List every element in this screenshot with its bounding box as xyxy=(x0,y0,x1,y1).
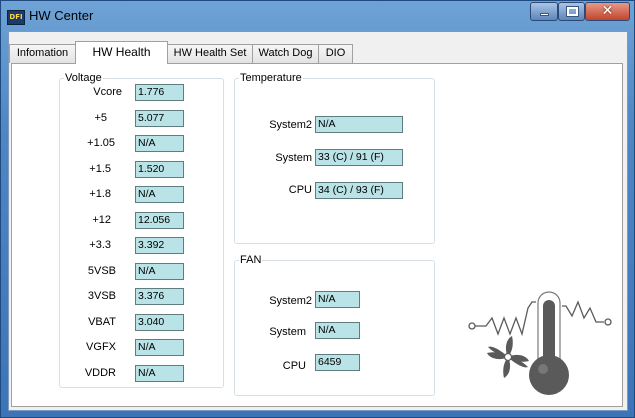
minimize-button[interactable] xyxy=(530,2,558,21)
voltage-label-vddr: VDDR xyxy=(84,367,116,379)
thermometer-highlight-icon xyxy=(538,364,548,374)
tab-hw-health-set[interactable]: HW Health Set xyxy=(167,44,253,63)
temp-label-system2: System2 xyxy=(269,119,312,131)
resistor-zigzag-left-icon xyxy=(475,301,536,337)
wire-terminal-left-icon xyxy=(468,322,476,330)
voltage-field-plus5: 5.077 xyxy=(135,110,184,127)
thermometer-bulb-icon xyxy=(529,355,569,395)
fan-icon xyxy=(487,336,529,378)
voltage-label-vbat: VBAT xyxy=(88,316,116,328)
temp-field-system2: N/A xyxy=(315,116,403,133)
voltage-field-vgfx: N/A xyxy=(135,339,184,356)
voltage-field-plus3-3: 3.392 xyxy=(135,237,184,254)
voltage-field-plus1-5: 1.520 xyxy=(135,161,184,178)
fan-field-cpu: 6459 xyxy=(315,354,360,371)
temp-label-cpu: CPU xyxy=(288,184,312,196)
fan-field-system2: N/A xyxy=(315,291,360,308)
voltage-legend: Voltage xyxy=(65,72,102,84)
voltage-label-vgfx: VGFX xyxy=(86,341,116,353)
voltage-field-3vsb: 3.376 xyxy=(135,288,184,305)
tab-infomation[interactable]: Infomation xyxy=(9,44,76,63)
app-logo-icon: DFI xyxy=(7,10,25,25)
fan-label-system: System xyxy=(269,326,306,338)
wire-terminal-right-icon xyxy=(604,318,612,326)
temp-field-system: 33 (C) / 91 (F) xyxy=(315,149,403,166)
close-button[interactable]: ✕ xyxy=(585,2,630,21)
fan-label-cpu: CPU xyxy=(282,360,306,372)
voltage-label-plus3-3: +3.3 xyxy=(89,239,111,251)
tab-watch-dog[interactable]: Watch Dog xyxy=(252,44,319,63)
voltage-label-vcore: Vcore xyxy=(93,86,122,98)
fan-label-system2: System2 xyxy=(269,295,312,307)
window-title: HW Center xyxy=(29,8,94,23)
tab-strip: Infomation HW Health HW Health Set Watch… xyxy=(9,32,627,64)
voltage-field-plus12: 12.056 xyxy=(135,212,184,229)
fan-legend: FAN xyxy=(240,254,262,266)
voltage-label-5vsb: 5VSB xyxy=(87,265,116,277)
voltage-field-vddr: N/A xyxy=(135,365,184,382)
tab-dio[interactable]: DIO xyxy=(318,44,353,63)
resistor-zigzag-right-icon xyxy=(562,300,604,323)
voltage-label-plus1-05: +1.05 xyxy=(87,137,115,149)
voltage-field-vbat: 3.040 xyxy=(135,314,184,331)
minimize-icon xyxy=(540,13,549,16)
voltage-label-3vsb: 3VSB xyxy=(87,290,116,302)
voltage-field-plus1-05: N/A xyxy=(135,135,184,152)
maximize-button[interactable] xyxy=(558,2,585,21)
fan-thermometer-resistor-icon xyxy=(468,291,612,395)
voltage-field-plus1-8: N/A xyxy=(135,186,184,203)
voltage-label-plus1-5: +1.5 xyxy=(89,163,111,175)
voltage-field-vcore: 1.776 xyxy=(135,84,184,101)
voltage-field-5vsb: N/A xyxy=(135,263,184,280)
voltage-label-plus1-8: +1.8 xyxy=(89,188,111,200)
close-icon: ✕ xyxy=(601,3,614,19)
temp-label-system: System xyxy=(275,152,312,164)
maximize-icon xyxy=(566,6,579,17)
voltage-label-plus5: +5 xyxy=(94,112,107,124)
temp-field-cpu: 34 (C) / 93 (F) xyxy=(315,182,403,199)
title-bar[interactable]: DFI HW Center ✕ xyxy=(1,1,634,31)
fan-field-system: N/A xyxy=(315,322,360,339)
temperature-legend: Temperature xyxy=(240,72,302,84)
tab-hw-health[interactable]: HW Health xyxy=(75,41,168,64)
voltage-label-plus12: +12 xyxy=(92,214,111,226)
